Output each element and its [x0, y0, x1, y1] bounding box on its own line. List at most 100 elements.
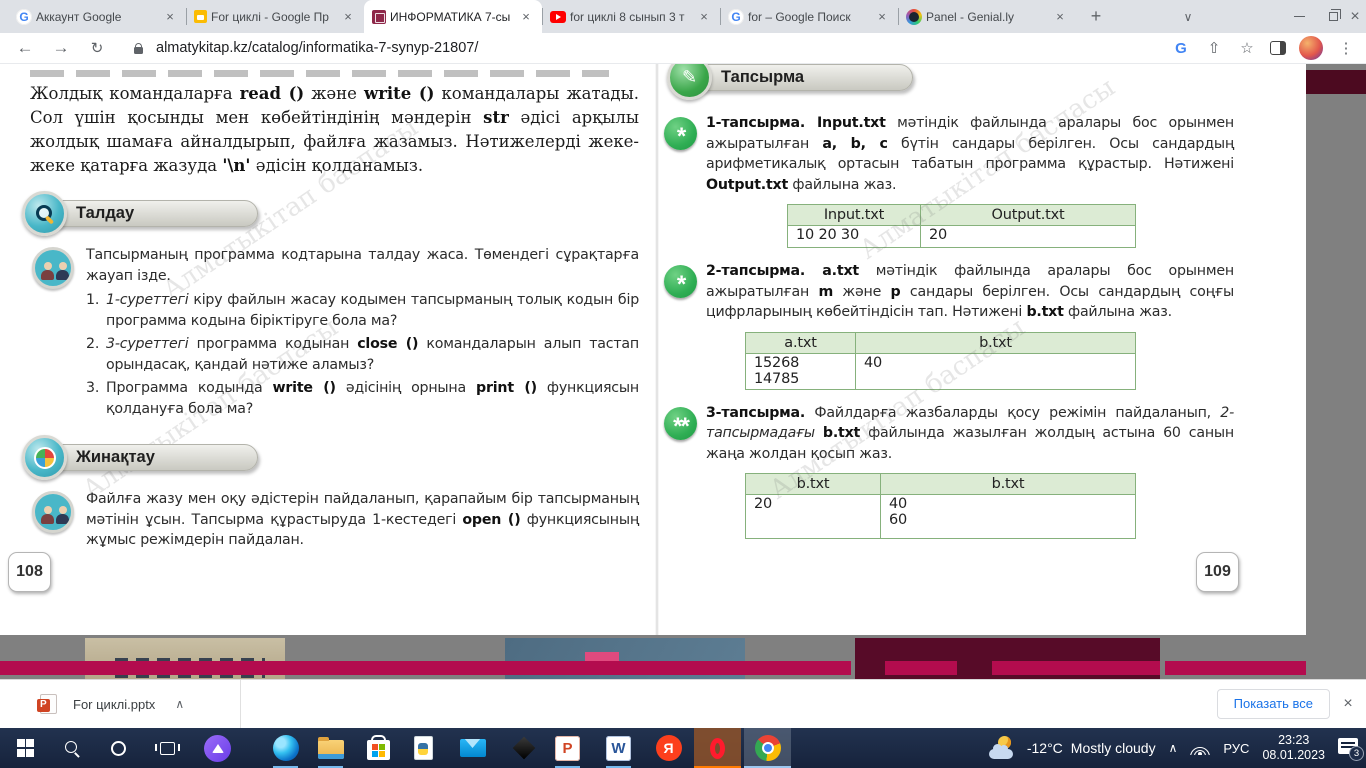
mail-button[interactable]: [449, 728, 496, 768]
text-segment: әдісінің орнына: [335, 380, 477, 396]
download-options-caret-icon[interactable]: ∧: [175, 697, 184, 711]
powerpoint-file-icon: [37, 694, 57, 714]
profile-avatar[interactable]: [1299, 36, 1323, 60]
section-tasks: ✎ Тапсырма: [667, 64, 1288, 100]
taskbar-search-button[interactable]: [49, 728, 96, 768]
section-title: Талдау: [53, 200, 258, 227]
book-carousel-strip: Мектеп кітапханасы: [0, 635, 1306, 680]
mail-envelope-icon: [459, 739, 486, 757]
cover-band: [885, 661, 957, 675]
cortana-icon: [111, 740, 126, 756]
page-gutter: [655, 64, 659, 635]
tab-for-cycle-slides[interactable]: For циклі - Google Пр ×: [186, 0, 364, 33]
system-tray: -12°C Mostly cloudy ∧ РУС 23:23 08.01.20…: [988, 728, 1364, 768]
task-view-button[interactable]: [144, 728, 191, 768]
table-cell: 15268 14785: [745, 352, 856, 390]
synthesis-block: Файлға жазу мен оқу әдістерін пайдаланып…: [30, 489, 639, 551]
date-label: 08.01.2023: [1262, 748, 1325, 762]
tab-close-icon[interactable]: ×: [518, 9, 534, 25]
divider: [240, 680, 241, 728]
tab-close-icon[interactable]: ×: [162, 9, 178, 25]
tab-label: Panel - Genial.ly: [926, 9, 1015, 24]
windows-taskbar: P W Я -12°C Mostly cloudy ∧ РУС 23:23 08…: [0, 728, 1366, 768]
minimize-button[interactable]: [1284, 0, 1314, 33]
browser-menu-icon[interactable]: ⋮: [1336, 39, 1356, 57]
genially-favicon-icon: [906, 8, 922, 25]
tab-informatika-7-active[interactable]: ИНФОРМАТИКА 7-сы ×: [364, 0, 542, 33]
text-segment: 3-тапсырма.: [706, 404, 806, 421]
text-segment: print (): [476, 380, 537, 396]
text-segment: read (): [239, 84, 305, 103]
task-2-table: a.txt b.txt 15268 14785 40: [745, 331, 1136, 390]
group-work-icon: [32, 247, 74, 289]
tab-google-search[interactable]: G for – Google Поиск ×: [720, 0, 898, 33]
share-icon[interactable]: ⇧: [1204, 39, 1224, 57]
text-segment: '\n': [222, 156, 251, 175]
inkscape-button[interactable]: [500, 728, 547, 768]
word-button[interactable]: W: [595, 728, 642, 768]
back-button[interactable]: ←: [14, 38, 36, 58]
powerpoint-button[interactable]: P: [544, 728, 591, 768]
weather-widget[interactable]: -12°C Mostly cloudy: [988, 736, 1156, 760]
synthesis-text: Файлға жазу мен оқу әдістерін пайдаланып…: [86, 489, 639, 551]
clock[interactable]: 23:23 08.01.2023: [1262, 733, 1325, 763]
question-item: 2. 3-суреттегі программа кодынан close (…: [86, 334, 639, 375]
google-favicon-icon: G: [16, 8, 32, 25]
tab-close-icon[interactable]: ×: [340, 9, 356, 25]
opera-icon: [710, 737, 725, 759]
address-bar[interactable]: almatykitap.kz/catalog/informatika-7-syn…: [156, 40, 1171, 56]
bookmark-star-icon[interactable]: ☆: [1237, 39, 1257, 57]
lock-icon[interactable]: [130, 42, 146, 54]
show-all-downloads-button[interactable]: Показать все: [1216, 689, 1330, 719]
window-close-button[interactable]: ×: [1344, 0, 1366, 33]
wifi-icon[interactable]: [1190, 741, 1211, 755]
text-segment: файлына жаз.: [1063, 304, 1172, 320]
edge-button[interactable]: [262, 728, 309, 768]
cropped-text-line: [30, 70, 609, 77]
file-explorer-button[interactable]: [307, 728, 354, 768]
alice-button[interactable]: [194, 728, 241, 768]
table-header-cell: a.txt: [745, 331, 856, 354]
start-button[interactable]: [2, 728, 49, 768]
table-cell: 40 60: [880, 494, 1136, 539]
tab-google-account[interactable]: G Аккаунт Google ×: [8, 0, 186, 33]
side-panel-icon[interactable]: [1270, 41, 1286, 55]
cortana-button[interactable]: [95, 728, 142, 768]
text-segment: 2-тапсырма. a.txt: [706, 263, 859, 279]
download-item[interactable]: For циклі.pptx ∧: [37, 680, 184, 728]
download-bar-close-icon[interactable]: ×: [1338, 694, 1358, 714]
tab-close-icon[interactable]: ×: [874, 9, 890, 25]
hidden-icons-caret[interactable]: ∧: [1169, 741, 1178, 755]
tab-close-icon[interactable]: ×: [1052, 9, 1068, 25]
python-file-icon: [414, 736, 433, 760]
browser-toolbar: ← → ↻ almatykitap.kz/catalog/informatika…: [0, 33, 1366, 64]
slides-favicon-icon: [194, 10, 207, 23]
table-header-cell: b.txt: [880, 473, 1136, 495]
restore-button[interactable]: [1320, 0, 1346, 33]
new-tab-button[interactable]: +: [1082, 3, 1110, 31]
reload-button[interactable]: ↻: [86, 39, 108, 57]
notification-center-button[interactable]: 3: [1338, 738, 1364, 761]
google-shortcut-icon[interactable]: G: [1171, 40, 1191, 57]
task-1-table: Input.txt Output.txt 10 20 30 20: [787, 204, 1136, 248]
pair-work-icon: [32, 491, 74, 533]
text-segment: a, b, c: [822, 135, 888, 152]
google-favicon-icon: G: [728, 8, 744, 25]
magnifier-icon: [22, 191, 67, 236]
text-segment: b.txt: [822, 425, 861, 441]
chrome-button[interactable]: [744, 728, 791, 768]
tab-genially[interactable]: Panel - Genial.ly ×: [898, 0, 1076, 33]
opera-button[interactable]: [694, 728, 741, 768]
language-indicator[interactable]: РУС: [1223, 741, 1249, 756]
microsoft-store-button[interactable]: [355, 728, 402, 768]
forward-button[interactable]: →: [50, 38, 72, 58]
yandex-browser-button[interactable]: Я: [645, 728, 692, 768]
site-banner-fragment: [1306, 70, 1366, 94]
tab-close-icon[interactable]: ×: [696, 9, 712, 25]
search-icon: [65, 740, 80, 756]
powerpoint-icon: P: [555, 735, 580, 761]
tab-youtube[interactable]: for циклі 8 сынып 3 т ×: [542, 0, 720, 33]
tab-search-chevron-icon[interactable]: ∨: [1176, 0, 1200, 33]
python-file-button[interactable]: [400, 728, 447, 768]
question-item: 1. 1-суреттегі кіру файлын жасау кодымен…: [86, 290, 639, 331]
